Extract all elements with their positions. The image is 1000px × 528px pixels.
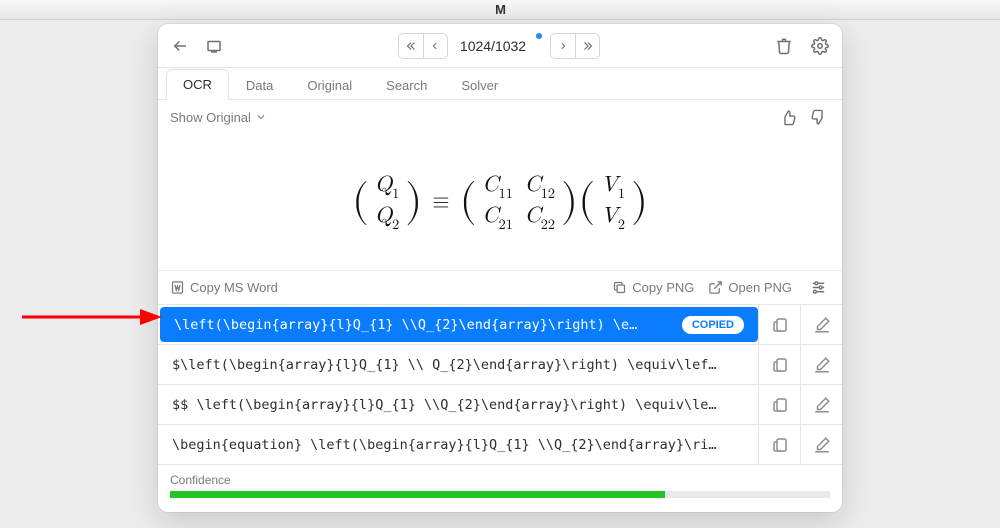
back-arrow-icon[interactable] bbox=[168, 34, 192, 58]
show-original-label: Show Original bbox=[170, 110, 251, 125]
confidence-label: Confidence bbox=[170, 473, 830, 487]
word-icon bbox=[170, 280, 185, 295]
last-page-button[interactable] bbox=[575, 34, 599, 58]
annotation-arrow-icon bbox=[22, 302, 162, 332]
copy-to-clipboard-icon[interactable] bbox=[758, 305, 800, 344]
edit-icon[interactable] bbox=[800, 425, 842, 464]
tab-ocr[interactable]: OCR bbox=[166, 69, 229, 100]
first-page-button[interactable] bbox=[399, 34, 423, 58]
copy-ms-word-button[interactable]: Copy MS Word bbox=[170, 280, 278, 295]
copy-to-clipboard-icon[interactable] bbox=[758, 345, 800, 384]
chevron-down-icon bbox=[255, 111, 267, 123]
confidence-bar bbox=[170, 491, 830, 498]
thumbs-down-icon[interactable] bbox=[806, 105, 830, 129]
tab-solver[interactable]: Solver bbox=[444, 69, 515, 100]
external-link-icon bbox=[708, 280, 723, 295]
pager-prev-group bbox=[398, 33, 448, 59]
open-png-button[interactable]: Open PNG bbox=[708, 280, 792, 295]
latex-text: \begin{equation} \left(\begin{array}{l}Q… bbox=[172, 437, 717, 453]
copy-to-clipboard-icon[interactable] bbox=[758, 385, 800, 424]
pager-next-group bbox=[550, 33, 600, 59]
latex-row[interactable]: \begin{equation} \left(\begin{array}{l}Q… bbox=[158, 425, 842, 465]
confidence-fill bbox=[170, 491, 665, 498]
tab-search[interactable]: Search bbox=[369, 69, 444, 100]
export-actions: Copy MS Word Copy PNG Open PNG bbox=[158, 270, 842, 304]
tab-original[interactable]: Original bbox=[290, 69, 369, 100]
confidence-section: Confidence bbox=[158, 465, 842, 512]
latex-text: \left(\begin{array}{l}Q_{1} \\Q_{2}\end{… bbox=[174, 317, 637, 333]
main-panel: 1024/1032 OCR Data Original Search bbox=[158, 24, 842, 512]
next-page-button[interactable] bbox=[551, 34, 575, 58]
page-indicator: 1024/1032 bbox=[460, 38, 526, 54]
screenshot-icon[interactable] bbox=[202, 34, 226, 58]
copied-badge: COPIED bbox=[682, 316, 744, 334]
tab-bar: OCR Data Original Search Solver bbox=[158, 68, 842, 100]
tab-data[interactable]: Data bbox=[229, 69, 290, 100]
edit-icon[interactable] bbox=[800, 385, 842, 424]
latex-row[interactable]: $\left(\begin{array}{l}Q_{1} \\ Q_{2}\en… bbox=[158, 345, 842, 385]
toolbar: 1024/1032 bbox=[158, 24, 842, 68]
subbar: Show Original bbox=[158, 100, 842, 134]
trash-icon[interactable] bbox=[772, 34, 796, 58]
sliders-icon[interactable] bbox=[806, 276, 830, 300]
edit-icon[interactable] bbox=[800, 305, 842, 344]
latex-output-list: \left(\begin{array}{l}Q_{1} \\Q_{2}\end{… bbox=[158, 304, 842, 465]
copy-to-clipboard-icon[interactable] bbox=[758, 425, 800, 464]
latex-text: $\left(\begin{array}{l}Q_{1} \\ Q_{2}\en… bbox=[172, 357, 717, 373]
app-logo: M bbox=[495, 2, 505, 17]
thumbs-up-icon[interactable] bbox=[776, 105, 800, 129]
prev-page-button[interactable] bbox=[423, 34, 447, 58]
equation-preview: ( Q1Q2 ) ≡ ( C11C12 C21C22 ) ( V1V2 ) bbox=[158, 134, 842, 270]
window-titlebar: M bbox=[0, 0, 1000, 20]
show-original-toggle[interactable]: Show Original bbox=[170, 110, 267, 125]
copy-icon bbox=[612, 280, 627, 295]
edit-icon[interactable] bbox=[800, 345, 842, 384]
latex-text: $$ \left(\begin{array}{l}Q_{1} \\Q_{2}\e… bbox=[172, 397, 717, 413]
gear-icon[interactable] bbox=[808, 34, 832, 58]
latex-row[interactable]: $$ \left(\begin{array}{l}Q_{1} \\Q_{2}\e… bbox=[158, 385, 842, 425]
unsaved-dot-icon bbox=[536, 33, 542, 39]
latex-row[interactable]: \left(\begin{array}{l}Q_{1} \\Q_{2}\end{… bbox=[158, 305, 842, 345]
copy-png-button[interactable]: Copy PNG bbox=[612, 280, 694, 295]
